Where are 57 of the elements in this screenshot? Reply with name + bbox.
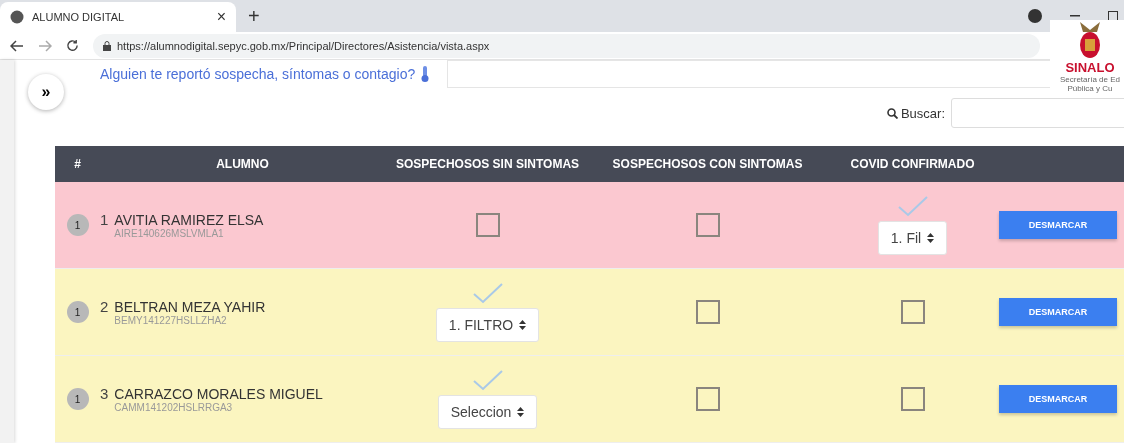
sort-arrows-icon bbox=[517, 407, 525, 417]
profile-icon[interactable] bbox=[1028, 9, 1042, 23]
count-badge: 1 bbox=[66, 301, 89, 323]
sidebar-toggle-button[interactable]: » bbox=[28, 74, 64, 110]
browser-tab[interactable]: ALUMNO DIGITAL × bbox=[0, 2, 236, 32]
unmark-button[interactable]: DESMARCAR bbox=[999, 298, 1117, 326]
coat-of-arms-icon bbox=[1077, 20, 1103, 60]
search-field[interactable] bbox=[951, 98, 1124, 128]
column-header: SOSPECHOSOS SIN SINTOMAS bbox=[385, 146, 590, 182]
checkbox[interactable] bbox=[900, 387, 925, 411]
column-header: SOSPECHOSOS CON SINTOMAS bbox=[590, 146, 825, 182]
student-id: BEMY141227HSLLZHA2 bbox=[114, 314, 228, 326]
student-id: CAMM141202HSLRRGA3 bbox=[114, 401, 234, 413]
forward-arrow-icon[interactable] bbox=[38, 39, 52, 52]
row-number: 3 bbox=[100, 384, 109, 402]
checkbox[interactable] bbox=[695, 300, 720, 324]
new-tab-button[interactable]: + bbox=[248, 5, 260, 28]
reload-icon[interactable] bbox=[66, 39, 79, 52]
filter-select[interactable]: 1. Fil bbox=[877, 221, 948, 255]
student-name: BELTRAN MEZA YAHIR bbox=[114, 298, 266, 315]
address-bar[interactable]: https://alumnodigital.sepyc.gob.mx/Principal/Directores/Asistencia/vista.aspx bbox=[93, 33, 1040, 58]
student-name: CARRAZCO MORALES MIGUEL bbox=[114, 385, 323, 402]
question-text: Alguien te reportó sospecha, síntomas o contagio? bbox=[100, 66, 416, 82]
unmark-button[interactable]: DESMARCAR bbox=[999, 385, 1117, 413]
close-tab-button[interactable]: × bbox=[216, 8, 226, 26]
count-badge: 1 bbox=[66, 214, 89, 236]
row-number: 1 bbox=[100, 210, 109, 228]
column-header: ALUMNO bbox=[100, 146, 385, 182]
sort-arrows-icon bbox=[519, 320, 527, 330]
student-id: AIRE140626MSLVMLA1 bbox=[114, 227, 225, 239]
search-icon bbox=[886, 107, 898, 119]
search-label-text: Buscar: bbox=[900, 105, 945, 121]
sort-arrows-icon bbox=[927, 233, 935, 243]
column-header: # bbox=[55, 146, 100, 182]
logo-subtitle: Pública y Cu bbox=[1067, 84, 1113, 93]
checkmark-icon bbox=[896, 195, 929, 217]
lock-icon bbox=[103, 40, 111, 51]
back-arrow-icon[interactable] bbox=[10, 39, 24, 52]
checkbox[interactable] bbox=[695, 213, 720, 237]
checkbox[interactable] bbox=[900, 300, 925, 324]
logo-name: SINALO bbox=[1065, 60, 1115, 75]
url-text: https://alumnodigital.sepyc.gob.mx/Principal/Directores/Asistencia/vista.aspx bbox=[117, 39, 490, 52]
checkbox[interactable] bbox=[695, 387, 720, 411]
row-number: 2 bbox=[100, 297, 109, 315]
student-name: AVITIA RAMIREZ ELSA bbox=[114, 211, 264, 228]
unmark-button[interactable]: DESMARCAR bbox=[999, 211, 1117, 239]
tab-title: ALUMNO DIGITAL bbox=[32, 11, 126, 23]
checkbox[interactable] bbox=[475, 213, 500, 237]
checkmark-icon bbox=[471, 369, 504, 391]
logo-subtitle: Secretaría de Ed bbox=[1059, 75, 1120, 84]
filter-select[interactable]: Seleccion bbox=[437, 395, 538, 429]
checkmark-icon bbox=[471, 282, 504, 304]
minimize-icon[interactable] bbox=[1070, 15, 1080, 17]
filter-select[interactable]: 1. FILTRO bbox=[435, 308, 540, 342]
column-header: COVID CONFIRMADO bbox=[825, 146, 1000, 182]
count-badge: 1 bbox=[66, 388, 89, 410]
thermometer-icon bbox=[421, 66, 430, 82]
